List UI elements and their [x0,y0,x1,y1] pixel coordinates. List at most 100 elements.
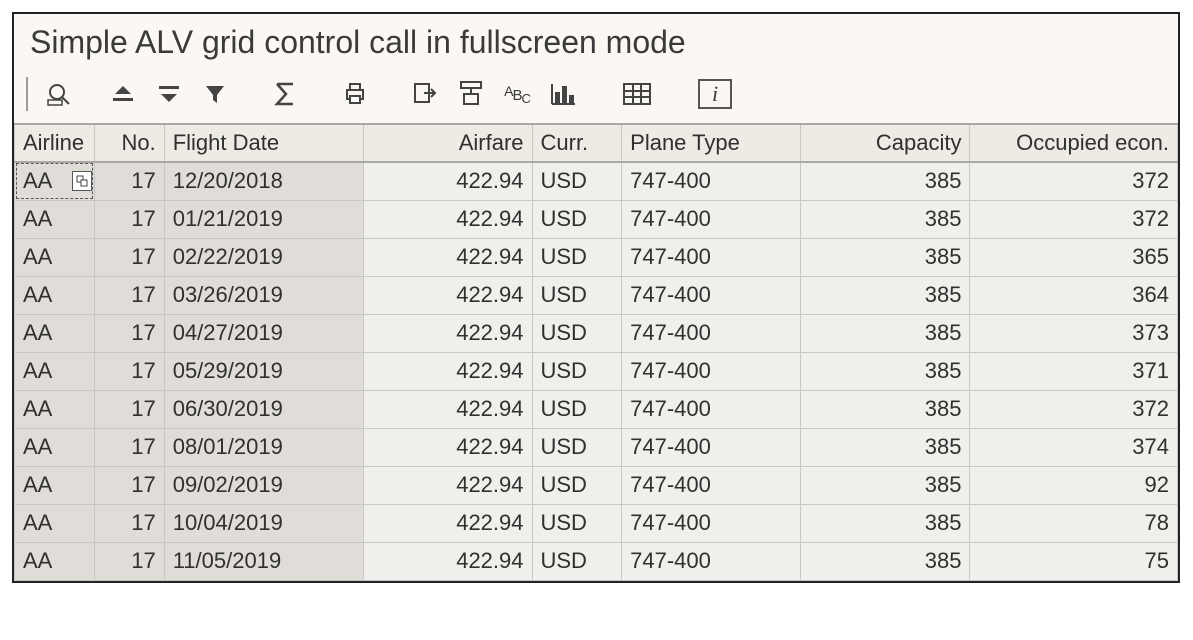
cell-airline[interactable]: AA [15,276,95,314]
table-row[interactable]: AA1705/29/2019422.94USD747-400385371 [15,352,1178,390]
cell-no[interactable]: 17 [94,504,164,542]
cell-no[interactable]: 17 [94,162,164,200]
cell-plane[interactable]: 747-400 [622,428,801,466]
cell-airfare[interactable]: 422.94 [363,466,532,504]
cell-capacity[interactable]: 385 [801,162,970,200]
print-button[interactable] [336,77,374,111]
cell-capacity[interactable]: 385 [801,542,970,580]
cell-curr[interactable]: USD [532,314,622,352]
cell-no[interactable]: 17 [94,276,164,314]
cell-occ[interactable]: 365 [970,238,1178,276]
f4-help-icon[interactable] [72,171,92,191]
cell-airfare[interactable]: 422.94 [363,428,532,466]
cell-occ[interactable]: 372 [970,390,1178,428]
cell-airfare[interactable]: 422.94 [363,200,532,238]
cell-curr[interactable]: USD [532,466,622,504]
cell-plane[interactable]: 747-400 [622,390,801,428]
cell-airline[interactable]: AA [15,504,95,542]
cell-no[interactable]: 17 [94,542,164,580]
column-header-no[interactable]: No. [94,124,164,162]
cell-plane[interactable]: 747-400 [622,352,801,390]
cell-fldate[interactable]: 11/05/2019 [164,542,363,580]
cell-curr[interactable]: USD [532,352,622,390]
cell-airline[interactable]: AA [15,466,95,504]
cell-curr[interactable]: USD [532,542,622,580]
cell-airfare[interactable]: 422.94 [363,352,532,390]
cell-capacity[interactable]: 385 [801,238,970,276]
cell-capacity[interactable]: 385 [801,314,970,352]
cell-no[interactable]: 17 [94,390,164,428]
filter-button[interactable] [196,77,234,111]
table-row[interactable]: AA1710/04/2019422.94USD747-40038578 [15,504,1178,542]
cell-occ[interactable]: 372 [970,162,1178,200]
table-row[interactable]: AA1706/30/2019422.94USD747-400385372 [15,390,1178,428]
cell-airfare[interactable]: 422.94 [363,276,532,314]
cell-plane[interactable]: 747-400 [622,276,801,314]
cell-curr[interactable]: USD [532,238,622,276]
change-layout-button[interactable] [452,77,490,111]
cell-curr[interactable]: USD [532,428,622,466]
cell-airline[interactable]: AA [15,428,95,466]
cell-plane[interactable]: 747-400 [622,314,801,352]
cell-fldate[interactable]: 04/27/2019 [164,314,363,352]
column-header-fldate[interactable]: Flight Date [164,124,363,162]
cell-airfare[interactable]: 422.94 [363,504,532,542]
cell-fldate[interactable]: 06/30/2019 [164,390,363,428]
cell-plane[interactable]: 747-400 [622,238,801,276]
sort-asc-button[interactable] [104,77,142,111]
cell-capacity[interactable]: 385 [801,276,970,314]
cell-fldate[interactable]: 05/29/2019 [164,352,363,390]
cell-airline[interactable]: AA [15,200,95,238]
column-header-airfare[interactable]: Airfare [363,124,532,162]
cell-no[interactable]: 17 [94,238,164,276]
cell-curr[interactable]: USD [532,200,622,238]
cell-capacity[interactable]: 385 [801,352,970,390]
details-button[interactable] [40,77,78,111]
abc-button[interactable]: ABC [498,77,536,111]
cell-occ[interactable]: 78 [970,504,1178,542]
cell-fldate[interactable]: 02/22/2019 [164,238,363,276]
alv-grid[interactable]: AirlineNo.Flight DateAirfareCurr.Plane T… [14,123,1178,581]
table-row[interactable]: AA1711/05/2019422.94USD747-40038575 [15,542,1178,580]
cell-occ[interactable]: 373 [970,314,1178,352]
table-row[interactable]: AA1702/22/2019422.94USD747-400385365 [15,238,1178,276]
spreadsheet-button[interactable] [618,77,656,111]
cell-airline[interactable]: AA [15,162,95,200]
cell-occ[interactable]: 75 [970,542,1178,580]
cell-occ[interactable]: 371 [970,352,1178,390]
cell-capacity[interactable]: 385 [801,390,970,428]
cell-curr[interactable]: USD [532,276,622,314]
column-header-capacity[interactable]: Capacity [801,124,970,162]
cell-curr[interactable]: USD [532,162,622,200]
cell-plane[interactable]: 747-400 [622,542,801,580]
cell-airfare[interactable]: 422.94 [363,314,532,352]
cell-occ[interactable]: 372 [970,200,1178,238]
cell-no[interactable]: 17 [94,200,164,238]
cell-airline[interactable]: AA [15,314,95,352]
cell-plane[interactable]: 747-400 [622,200,801,238]
table-row[interactable]: AA1709/02/2019422.94USD747-40038592 [15,466,1178,504]
cell-plane[interactable]: 747-400 [622,466,801,504]
sort-desc-button[interactable] [150,77,188,111]
column-header-curr[interactable]: Curr. [532,124,622,162]
cell-no[interactable]: 17 [94,428,164,466]
export-button[interactable] [406,77,444,111]
cell-fldate[interactable]: 10/04/2019 [164,504,363,542]
table-row[interactable]: AA1703/26/2019422.94USD747-400385364 [15,276,1178,314]
cell-curr[interactable]: USD [532,504,622,542]
cell-fldate[interactable]: 08/01/2019 [164,428,363,466]
table-row[interactable]: AA1708/01/2019422.94USD747-400385374 [15,428,1178,466]
cell-no[interactable]: 17 [94,314,164,352]
cell-airfare[interactable]: 422.94 [363,162,532,200]
cell-capacity[interactable]: 385 [801,428,970,466]
cell-plane[interactable]: 747-400 [622,504,801,542]
table-row[interactable]: AA1712/20/2018422.94USD747-400385372 [15,162,1178,200]
table-row[interactable]: AA1704/27/2019422.94USD747-400385373 [15,314,1178,352]
cell-airfare[interactable]: 422.94 [363,238,532,276]
column-header-occ[interactable]: Occupied econ. [970,124,1178,162]
cell-airline[interactable]: AA [15,238,95,276]
sum-button[interactable] [266,77,304,111]
column-header-airline[interactable]: Airline [15,124,95,162]
cell-curr[interactable]: USD [532,390,622,428]
cell-capacity[interactable]: 385 [801,200,970,238]
